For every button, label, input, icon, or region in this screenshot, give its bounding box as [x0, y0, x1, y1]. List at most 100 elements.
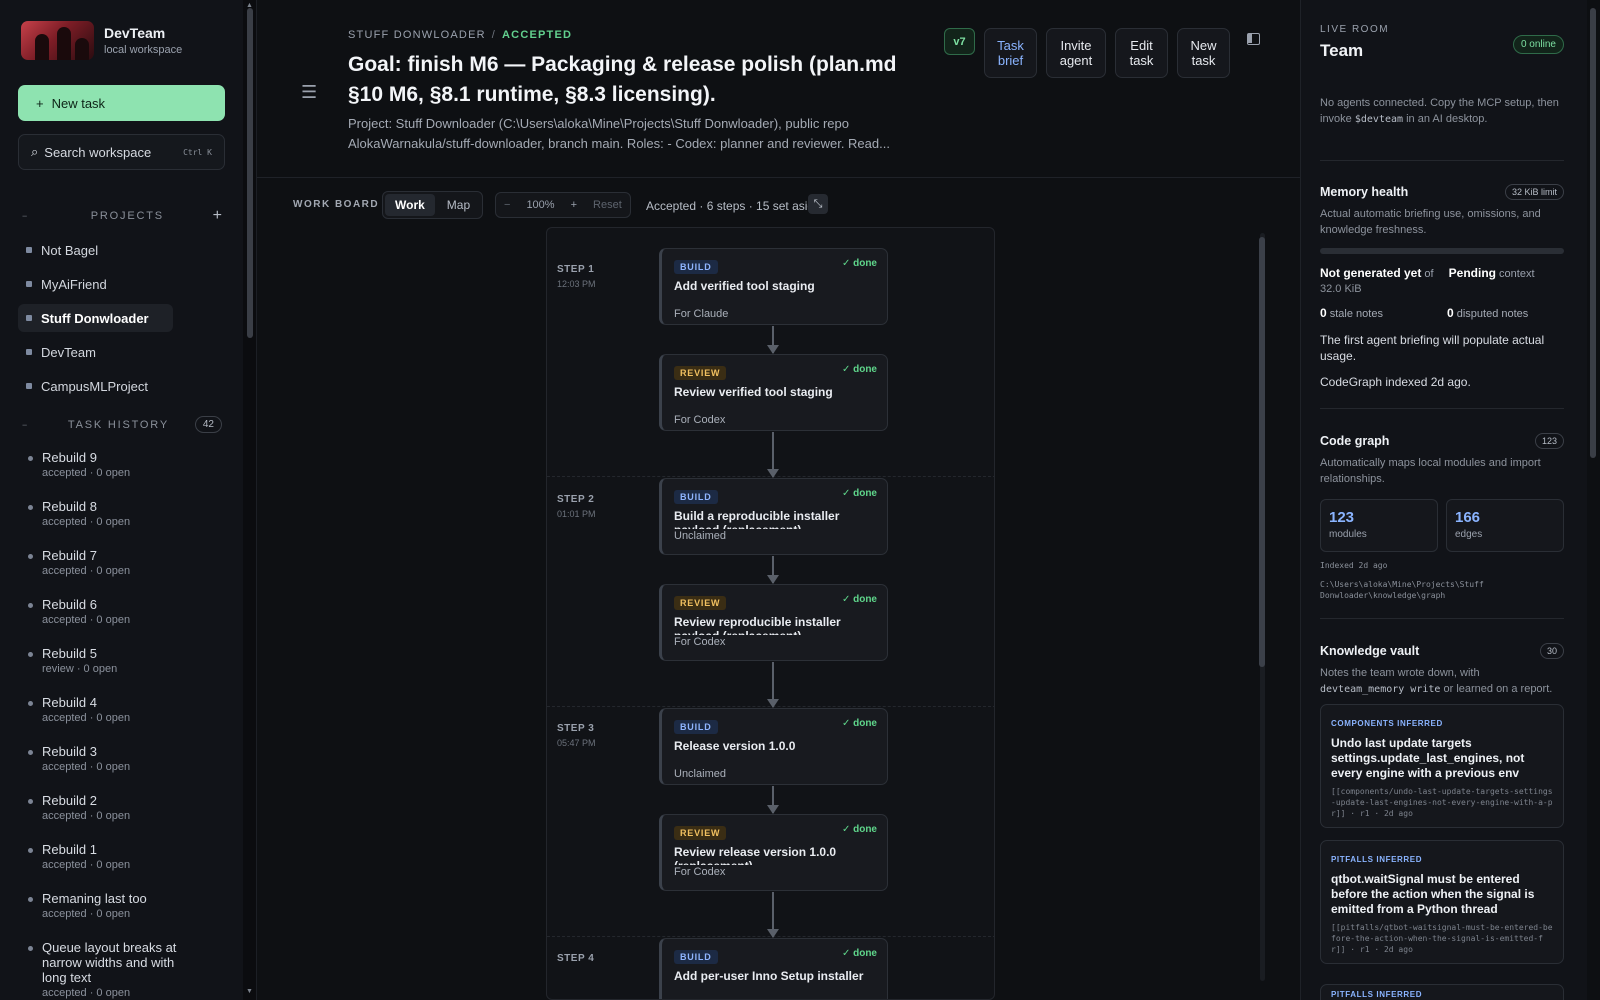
- task-history-item[interactable]: Rebuild 2 accepted · 0 open: [28, 793, 228, 822]
- toggle-panel-icon[interactable]: [1247, 33, 1260, 45]
- menu-icon[interactable]: ☰: [301, 82, 317, 103]
- card-tag: BUILD: [674, 720, 718, 734]
- memory-usage-bar: [1320, 248, 1564, 254]
- zoom-reset-button[interactable]: Reset: [585, 199, 630, 211]
- task-history-header: − TASK HISTORY 42: [22, 416, 222, 433]
- knowledge-note-card[interactable]: PITFALLS INFERRED: [1320, 984, 1564, 1000]
- collapse-projects-icon[interactable]: −: [22, 211, 42, 221]
- invite-agent-button[interactable]: Invite agent: [1046, 28, 1106, 78]
- new-task-button[interactable]: + New task: [18, 85, 225, 121]
- card-owner: Unclaimed: [674, 768, 726, 780]
- sidebar: DevTeam local workspace + New task ⌕ Sea…: [0, 0, 243, 1000]
- project-icon: [26, 349, 32, 355]
- knowledge-note-card[interactable]: COMPONENTS INFERRED Undo last update tar…: [1320, 704, 1564, 828]
- version-badge: v7: [944, 28, 975, 55]
- task-history-item[interactable]: Rebuild 1 accepted · 0 open: [28, 842, 228, 871]
- right-panel-scrollbar-thumb[interactable]: [1590, 8, 1596, 458]
- task-dot-icon: [28, 652, 33, 657]
- no-agents-message: No agents connected. Copy the MCP setup,…: [1320, 97, 1559, 125]
- app-logo: [21, 21, 94, 60]
- brand-name: DevTeam: [104, 25, 166, 41]
- modules-stat[interactable]: 123 modules: [1320, 499, 1438, 552]
- search-workspace-button[interactable]: ⌕ Search workspace Ctrl K: [18, 134, 225, 170]
- sidebar-project-not-bagel[interactable]: Not Bagel: [18, 236, 173, 264]
- step-label: STEP 2: [557, 494, 595, 505]
- task-history-item[interactable]: Rebuild 6 accepted · 0 open: [28, 597, 228, 626]
- new-task-header-button[interactable]: New task: [1177, 28, 1230, 78]
- flow-arrow: [767, 662, 779, 708]
- task-history-item[interactable]: Rebuild 7 accepted · 0 open: [28, 548, 228, 577]
- zoom-in-button[interactable]: +: [563, 199, 585, 211]
- tab-map[interactable]: Map: [437, 194, 480, 216]
- search-label: Search workspace: [44, 144, 152, 160]
- card-status: ✓ done: [841, 948, 877, 959]
- tab-work[interactable]: Work: [385, 194, 435, 216]
- task-history-item[interactable]: Rebuild 8 accepted · 0 open: [28, 499, 228, 528]
- note-tags: COMPONENTS INFERRED: [1331, 719, 1443, 728]
- task-history-item[interactable]: Rebuild 3 accepted · 0 open: [28, 744, 228, 773]
- task-dot-icon: [28, 701, 33, 706]
- sidebar-project-myaifriend[interactable]: MyAiFriend: [18, 270, 173, 298]
- right-panel-scrollbar[interactable]: [1587, 0, 1600, 1000]
- graph-indexed: Indexed 2d ago: [1320, 561, 1388, 570]
- projects-header: − PROJECTS +: [22, 207, 222, 225]
- task-history-item[interactable]: Rebuild 9 accepted · 0 open: [28, 450, 228, 479]
- vault-desc: Notes the team wrote down, with devteam_…: [1320, 667, 1553, 695]
- sidebar-project-stuff-donwloader[interactable]: Stuff Donwloader: [18, 304, 173, 332]
- task-card[interactable]: BUILD ✓ done Add verified tool staging For …: [659, 248, 888, 325]
- collapse-history-icon[interactable]: −: [22, 420, 42, 430]
- edges-stat[interactable]: 166 edges: [1446, 499, 1564, 552]
- live-room-label: LIVE ROOM: [1320, 24, 1390, 35]
- memory-limit-badge: 32 KiB limit: [1504, 184, 1564, 200]
- task-card[interactable]: BUILD ✓ done Release version 1.0.0 Unclaime…: [659, 708, 888, 785]
- zoom-controls: − 100% + Reset: [495, 192, 631, 218]
- task-brief-button[interactable]: Task brief: [984, 28, 1037, 78]
- view-toggle: Work Map: [382, 191, 484, 219]
- task-card[interactable]: BUILD ✓ done Add per-user Inno Setup insta…: [659, 938, 888, 999]
- task-history-item[interactable]: Queue layout breaks at narrow widths and…: [28, 940, 188, 999]
- knowledge-note-card[interactable]: PITFALLS INFERRED qtbot.waitSignal must …: [1320, 840, 1564, 964]
- zoom-out-button[interactable]: −: [496, 199, 518, 211]
- task-history-item[interactable]: Rebuild 4 accepted · 0 open: [28, 695, 228, 724]
- task-history-item[interactable]: Rebuild 5 review · 0 open: [28, 646, 228, 675]
- main-area: ☰ STUFF DONWLOADER / ACCEPTED Goal: finish…: [257, 0, 1300, 1000]
- divider: [1320, 618, 1564, 619]
- breadcrumb-project[interactable]: STUFF DONWLOADER: [348, 29, 486, 41]
- task-card[interactable]: REVIEW ✓ done Review verified tool staging…: [659, 354, 888, 431]
- board-scrollbar[interactable]: [1257, 227, 1267, 987]
- scroll-down-icon[interactable]: ▼: [246, 988, 253, 995]
- edit-task-button[interactable]: Edit task: [1115, 28, 1168, 78]
- live-room-panel: LIVE ROOM Team 0 online No agents connec…: [1300, 0, 1600, 1000]
- breadcrumb: STUFF DONWLOADER / ACCEPTED: [348, 29, 573, 41]
- sidebar-project-campusmlproject[interactable]: CampusMLProject: [18, 372, 173, 400]
- card-owner: For Codex: [674, 636, 726, 648]
- step-label: STEP 1: [557, 264, 595, 275]
- flow-arrow: [767, 892, 779, 938]
- flow-arrow: [767, 556, 779, 584]
- add-project-icon[interactable]: +: [213, 207, 222, 225]
- code-graph-desc: Automatically maps local modules and imp…: [1320, 457, 1541, 485]
- brand[interactable]: DevTeam local workspace: [21, 21, 182, 60]
- codegraph-indexed: CodeGraph indexed 2d ago.: [1320, 375, 1471, 389]
- sidebar-project-devteam[interactable]: DevTeam: [18, 338, 173, 366]
- breadcrumb-status: ACCEPTED: [502, 29, 573, 41]
- task-card[interactable]: BUILD ✓ done Build a reproducible installe…: [659, 478, 888, 555]
- task-dot-icon: [28, 897, 33, 902]
- knowledge-vault-count: 30: [1539, 643, 1564, 659]
- card-status: ✓ done: [841, 824, 877, 835]
- card-tag: BUILD: [674, 950, 718, 964]
- search-shortcut: Ctrl K: [183, 147, 212, 157]
- board-scrollbar-thumb[interactable]: [1259, 237, 1265, 667]
- task-card[interactable]: REVIEW ✓ done Review reproducible installe…: [659, 584, 888, 661]
- page-title: Goal: finish M6 — Packaging & release po…: [348, 53, 897, 106]
- task-description: Project: Stuff Downloader (C:\Users\alok…: [348, 116, 890, 151]
- sidebar-scrollbar-thumb[interactable]: [247, 8, 253, 338]
- task-history-item[interactable]: Remaning last too accepted · 0 open: [28, 891, 228, 920]
- board-summary: Accepted · 6 steps · 15 set aside: [646, 199, 821, 213]
- card-status: ✓ done: [841, 718, 877, 729]
- task-card[interactable]: REVIEW ✓ done Review release version 1.0.0…: [659, 814, 888, 891]
- note-tags: PITFALLS INFERRED: [1331, 990, 1423, 999]
- task-header: ☰ STUFF DONWLOADER / ACCEPTED Goal: finish…: [257, 0, 1300, 178]
- scroll-up-icon[interactable]: ▲: [246, 2, 253, 9]
- expand-icon[interactable]: ⤡: [808, 194, 828, 214]
